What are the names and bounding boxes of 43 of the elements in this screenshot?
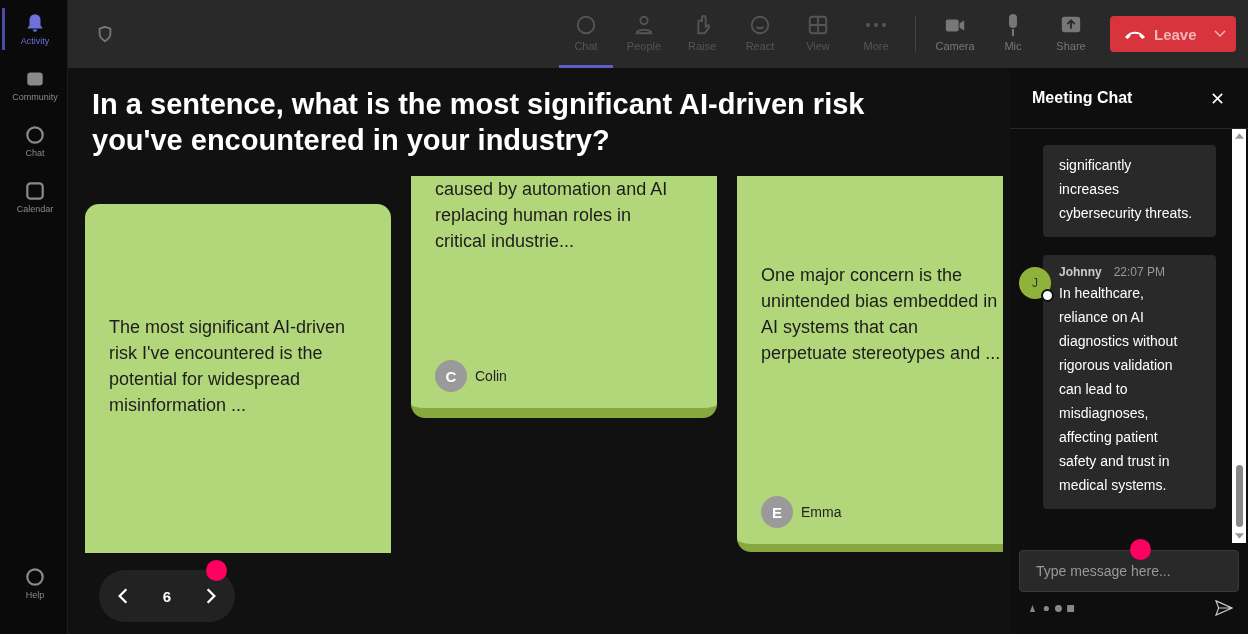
sidebar-item[interactable]: Activity bbox=[1, 8, 66, 50]
pointer-dot bbox=[206, 560, 227, 581]
toolbar-button[interactable]: Share bbox=[1044, 0, 1098, 68]
sidebar-item[interactable]: Chat bbox=[1, 120, 66, 162]
message-text: In healthcare, reliance on AI diagnostics without rigorous validation can lead to misdiagnoses, affecting patient safety and trust in medical systems. bbox=[1059, 284, 1179, 495]
answer-text: The most significant AI-driven risk I've encountered is the potential for widespread misinformation ... bbox=[109, 316, 347, 417]
scroll-up-icon[interactable] bbox=[1234, 133, 1244, 139]
message-time: 22:07 PM bbox=[1113, 264, 1166, 281]
dots-icon bbox=[866, 22, 886, 27]
chat-title: Meeting Chat bbox=[1032, 89, 1133, 107]
microphone-icon bbox=[1009, 13, 1017, 36]
answer-text: One major concern is the unintended bias embedded in AI systems that can perpetuate stereotypes and ... bbox=[761, 264, 1002, 365]
page-number: 6 bbox=[162, 587, 172, 605]
help-item[interactable]: Help bbox=[1, 562, 66, 604]
caret-icon bbox=[1214, 30, 1226, 38]
calendar-icon bbox=[24, 180, 46, 202]
grid-icon bbox=[807, 13, 829, 36]
close-icon[interactable] bbox=[1211, 91, 1224, 105]
sender-name: Johnny bbox=[1059, 264, 1102, 281]
toolbar-button[interactable]: Camera bbox=[928, 0, 982, 68]
leave-button[interactable]: Leave bbox=[1110, 16, 1236, 52]
sidebar-item[interactable]: Community bbox=[1, 64, 66, 106]
avatar: J bbox=[1019, 267, 1051, 299]
message-input[interactable]: Type message here... bbox=[1019, 550, 1239, 592]
shield-icon bbox=[96, 25, 114, 43]
scrollbar[interactable] bbox=[1232, 129, 1246, 543]
scroll-down-icon[interactable] bbox=[1234, 533, 1244, 539]
avatar: C bbox=[435, 360, 467, 392]
scrollbar-thumb[interactable] bbox=[1235, 465, 1243, 527]
question-title: In a sentence, what is the most significant AI-driven risk you've encountered in your industry? bbox=[92, 87, 866, 158]
author-name: Emma bbox=[801, 504, 842, 520]
answer-text: caused by automation and AI replacing human roles in critical industrie... bbox=[435, 178, 669, 253]
avatar: E bbox=[761, 496, 793, 528]
author-name: Colin bbox=[475, 368, 507, 384]
sidebar-item[interactable]: Calendar bbox=[1, 176, 66, 218]
toolbar-button[interactable]: Mic bbox=[986, 0, 1040, 68]
bell-icon bbox=[24, 12, 46, 34]
smiley-icon bbox=[749, 13, 771, 36]
person-icon bbox=[633, 13, 655, 36]
chevron-right-icon bbox=[205, 587, 217, 605]
message-text: significantly increases cybersecurity threats. bbox=[1059, 156, 1193, 223]
send-icon[interactable] bbox=[1215, 600, 1233, 616]
chevron-left-icon bbox=[117, 587, 129, 605]
